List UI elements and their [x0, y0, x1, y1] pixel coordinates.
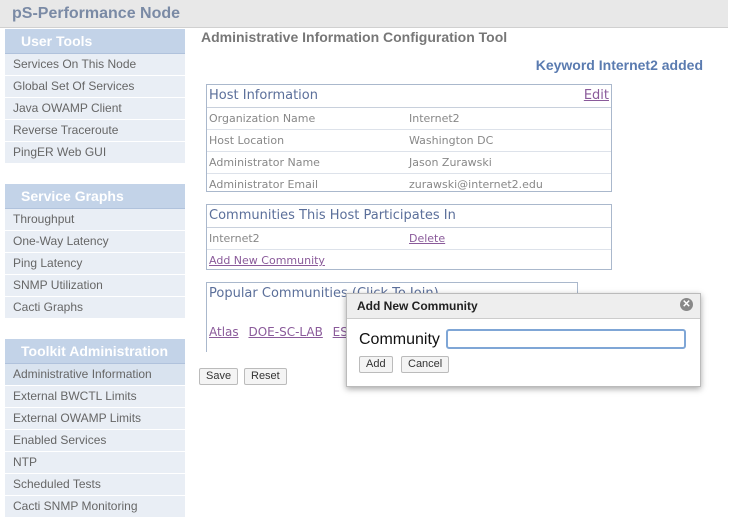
- sidebar-item-one-way-latency[interactable]: One-Way Latency: [5, 231, 185, 253]
- host-info-heading: Host Information Edit: [207, 85, 611, 108]
- dialog-titlebar: Add New Community ✕: [347, 294, 700, 319]
- sidebar-item-scheduled-tests[interactable]: Scheduled Tests: [5, 474, 185, 496]
- sidebar-section-user-tools: User Tools Services On This Node Global …: [5, 29, 185, 164]
- community-link-atlas[interactable]: Atlas: [209, 325, 239, 339]
- host-info-row: Administrator Email zurawski@internet2.e…: [207, 174, 611, 195]
- host-info-title: Host Information: [209, 88, 318, 103]
- community-name: Internet2: [209, 232, 260, 245]
- sidebar-section-toolkit-admin: Toolkit Administration Administrative In…: [5, 339, 185, 518]
- sidebar-item-throughput[interactable]: Throughput: [5, 209, 185, 231]
- sidebar-item-enabled-services[interactable]: Enabled Services: [5, 430, 185, 452]
- close-icon[interactable]: ✕: [680, 298, 693, 311]
- page-title: Administrative Information Configuration…: [201, 29, 508, 45]
- sidebar-heading: Service Graphs: [5, 184, 185, 209]
- field-label: Host Location: [209, 134, 285, 147]
- sidebar-heading: User Tools: [5, 29, 185, 54]
- sidebar-item-cacti-graphs[interactable]: Cacti Graphs: [5, 297, 185, 319]
- community-row: Internet2 Delete: [207, 228, 611, 250]
- sidebar-item-cacti-snmp-monitoring[interactable]: Cacti SNMP Monitoring: [5, 496, 185, 518]
- sidebar-item-java-owamp-client[interactable]: Java OWAMP Client: [5, 98, 185, 120]
- sidebar-item-ntp[interactable]: NTP: [5, 452, 185, 474]
- community-field-label: Community: [359, 331, 440, 348]
- field-value: zurawski@internet2.edu: [409, 178, 543, 191]
- sidebar-item-ping-latency[interactable]: Ping Latency: [5, 253, 185, 275]
- sidebar-item-pinger-web-gui[interactable]: PingER Web GUI: [5, 142, 185, 164]
- sidebar: User Tools Services On This Node Global …: [5, 29, 185, 518]
- communities-heading: Communities This Host Participates In: [207, 205, 611, 228]
- cancel-button[interactable]: Cancel: [401, 356, 450, 373]
- sidebar-item-external-owamp-limits[interactable]: External OWAMP Limits: [5, 408, 185, 430]
- sidebar-section-service-graphs: Service Graphs Throughput One-Way Latenc…: [5, 184, 185, 319]
- field-label: Administrator Name: [209, 156, 320, 169]
- sidebar-spacer: [5, 319, 185, 339]
- field-value: Jason Zurawski: [409, 156, 492, 169]
- save-button[interactable]: Save: [199, 368, 239, 385]
- app-title: pS-Performance Node: [0, 0, 728, 28]
- edit-link[interactable]: Edit: [584, 85, 609, 107]
- sidebar-item-global-services[interactable]: Global Set Of Services: [5, 76, 185, 98]
- delete-community-link[interactable]: Delete: [409, 228, 445, 249]
- host-info-row: Administrator Name Jason Zurawski: [207, 152, 611, 174]
- host-info-row: Organization Name Internet2: [207, 108, 611, 130]
- dialog-title: Add New Community: [357, 299, 478, 313]
- sidebar-item-snmp-utilization[interactable]: SNMP Utilization: [5, 275, 185, 297]
- sidebar-heading: Toolkit Administration: [5, 339, 185, 364]
- community-input[interactable]: [446, 329, 686, 349]
- sidebar-item-external-bwctl-limits[interactable]: External BWCTL Limits: [5, 386, 185, 408]
- host-info-panel: Host Information Edit Organization Name …: [206, 84, 612, 192]
- field-value: Washington DC: [409, 134, 494, 147]
- reset-button[interactable]: Reset: [244, 368, 287, 385]
- sidebar-item-services-on-this-node[interactable]: Services On This Node: [5, 54, 185, 76]
- status-message: Keyword Internet2 added: [535, 57, 703, 73]
- communities-panel: Communities This Host Participates In In…: [206, 204, 612, 270]
- field-label: Organization Name: [209, 112, 316, 125]
- sidebar-spacer: [5, 164, 185, 184]
- community-link-doe-sc-lab[interactable]: DOE-SC-LAB: [248, 325, 322, 339]
- add-button[interactable]: Add: [359, 356, 393, 373]
- field-label: Administrator Email: [209, 178, 319, 191]
- add-new-community-link[interactable]: Add New Community: [207, 250, 611, 271]
- host-info-row: Host Location Washington DC: [207, 130, 611, 152]
- sidebar-item-reverse-traceroute[interactable]: Reverse Traceroute: [5, 120, 185, 142]
- field-value: Internet2: [409, 112, 460, 125]
- sidebar-item-administrative-information[interactable]: Administrative Information: [5, 364, 185, 386]
- popular-communities-links: Atlas DOE-SC-LAB ESn: [209, 325, 361, 339]
- add-community-dialog: Add New Community ✕ Community Add Cancel: [346, 293, 701, 387]
